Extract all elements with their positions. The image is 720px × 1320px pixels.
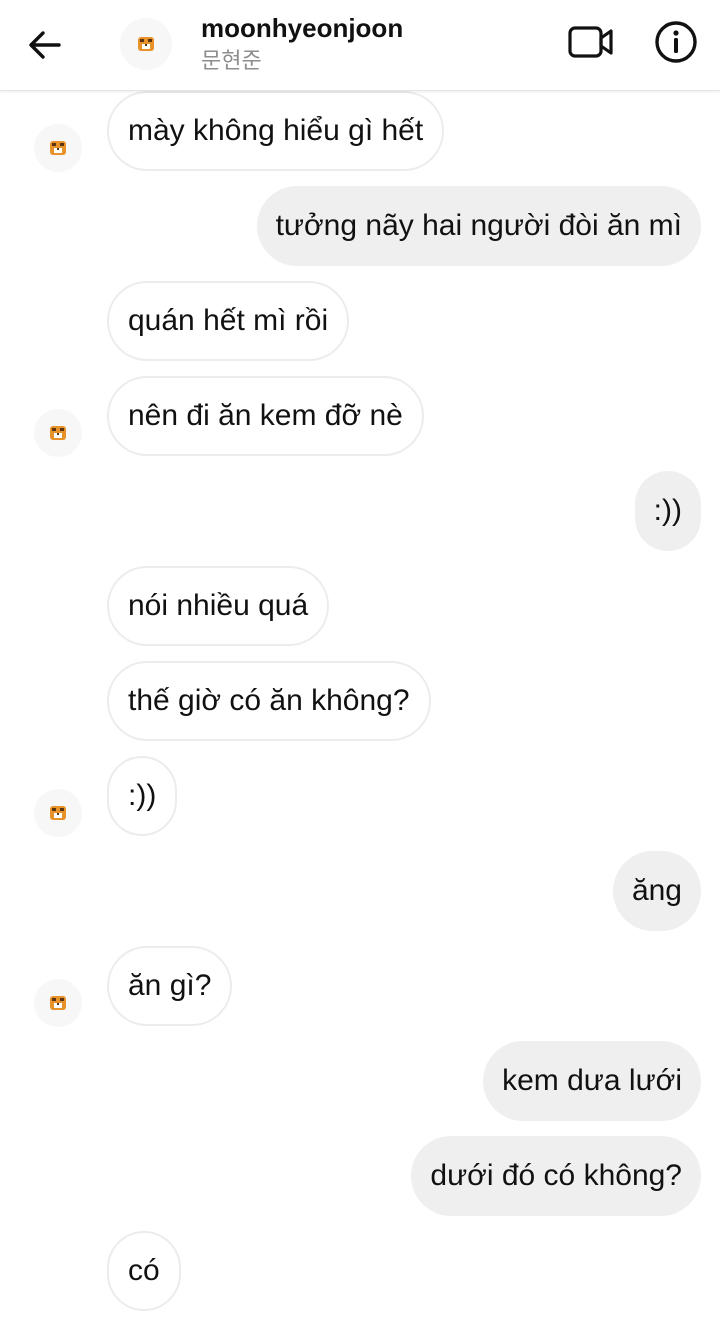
video-call-button[interactable] (564, 20, 618, 64)
message-avatar[interactable] (34, 789, 82, 837)
info-circle-icon (655, 21, 697, 63)
contact-subtitle: 문현준 (201, 48, 262, 73)
message-bubble-incoming[interactable]: thế giờ có ăn không? (107, 661, 431, 741)
message-bubble-outgoing[interactable]: dưới đó có không? (411, 1136, 701, 1216)
tiger-avatar-icon (138, 37, 154, 51)
avatar[interactable] (120, 18, 172, 70)
back-button[interactable] (22, 22, 68, 68)
tiger-avatar-icon (50, 996, 66, 1010)
chat-header: moonhyeonjoon 문현준 (0, 0, 720, 91)
message-bubble-incoming[interactable]: :)) (107, 756, 178, 836)
message-avatar[interactable] (34, 409, 82, 457)
contact-name: moonhyeonjoon (201, 13, 404, 43)
message-bubble-incoming[interactable]: mày không hiểu gì hết (107, 91, 445, 171)
message-bubble-incoming[interactable]: ăn gì? (107, 946, 233, 1026)
tiger-avatar-icon (50, 426, 66, 440)
message-bubble-incoming[interactable]: nên đi ăn kem đỡ nè (107, 376, 424, 456)
message-bubble-incoming[interactable]: nói nhiều quá (107, 566, 330, 646)
arrow-left-icon (29, 31, 61, 59)
info-button[interactable] (652, 18, 700, 66)
message-bubble-outgoing[interactable]: ăng (612, 851, 701, 931)
message-avatar[interactable] (34, 124, 82, 172)
tiger-avatar-icon (50, 141, 66, 155)
message-bubble-outgoing[interactable]: kem dưa lưới (483, 1041, 701, 1121)
message-bubble-incoming[interactable]: quán hết mì rồi (107, 281, 350, 361)
message-avatar[interactable] (34, 979, 82, 1027)
video-camera-icon (568, 26, 613, 58)
tiger-avatar-icon (50, 806, 66, 820)
message-bubble-outgoing[interactable]: tưởng nãy hai người đòi ăn mì (256, 186, 701, 266)
chat-title-group[interactable]: moonhyeonjoon 문현준 (201, 12, 403, 76)
message-bubble-outgoing[interactable]: :)) (634, 471, 701, 551)
message-bubble-incoming[interactable]: có (107, 1231, 181, 1311)
